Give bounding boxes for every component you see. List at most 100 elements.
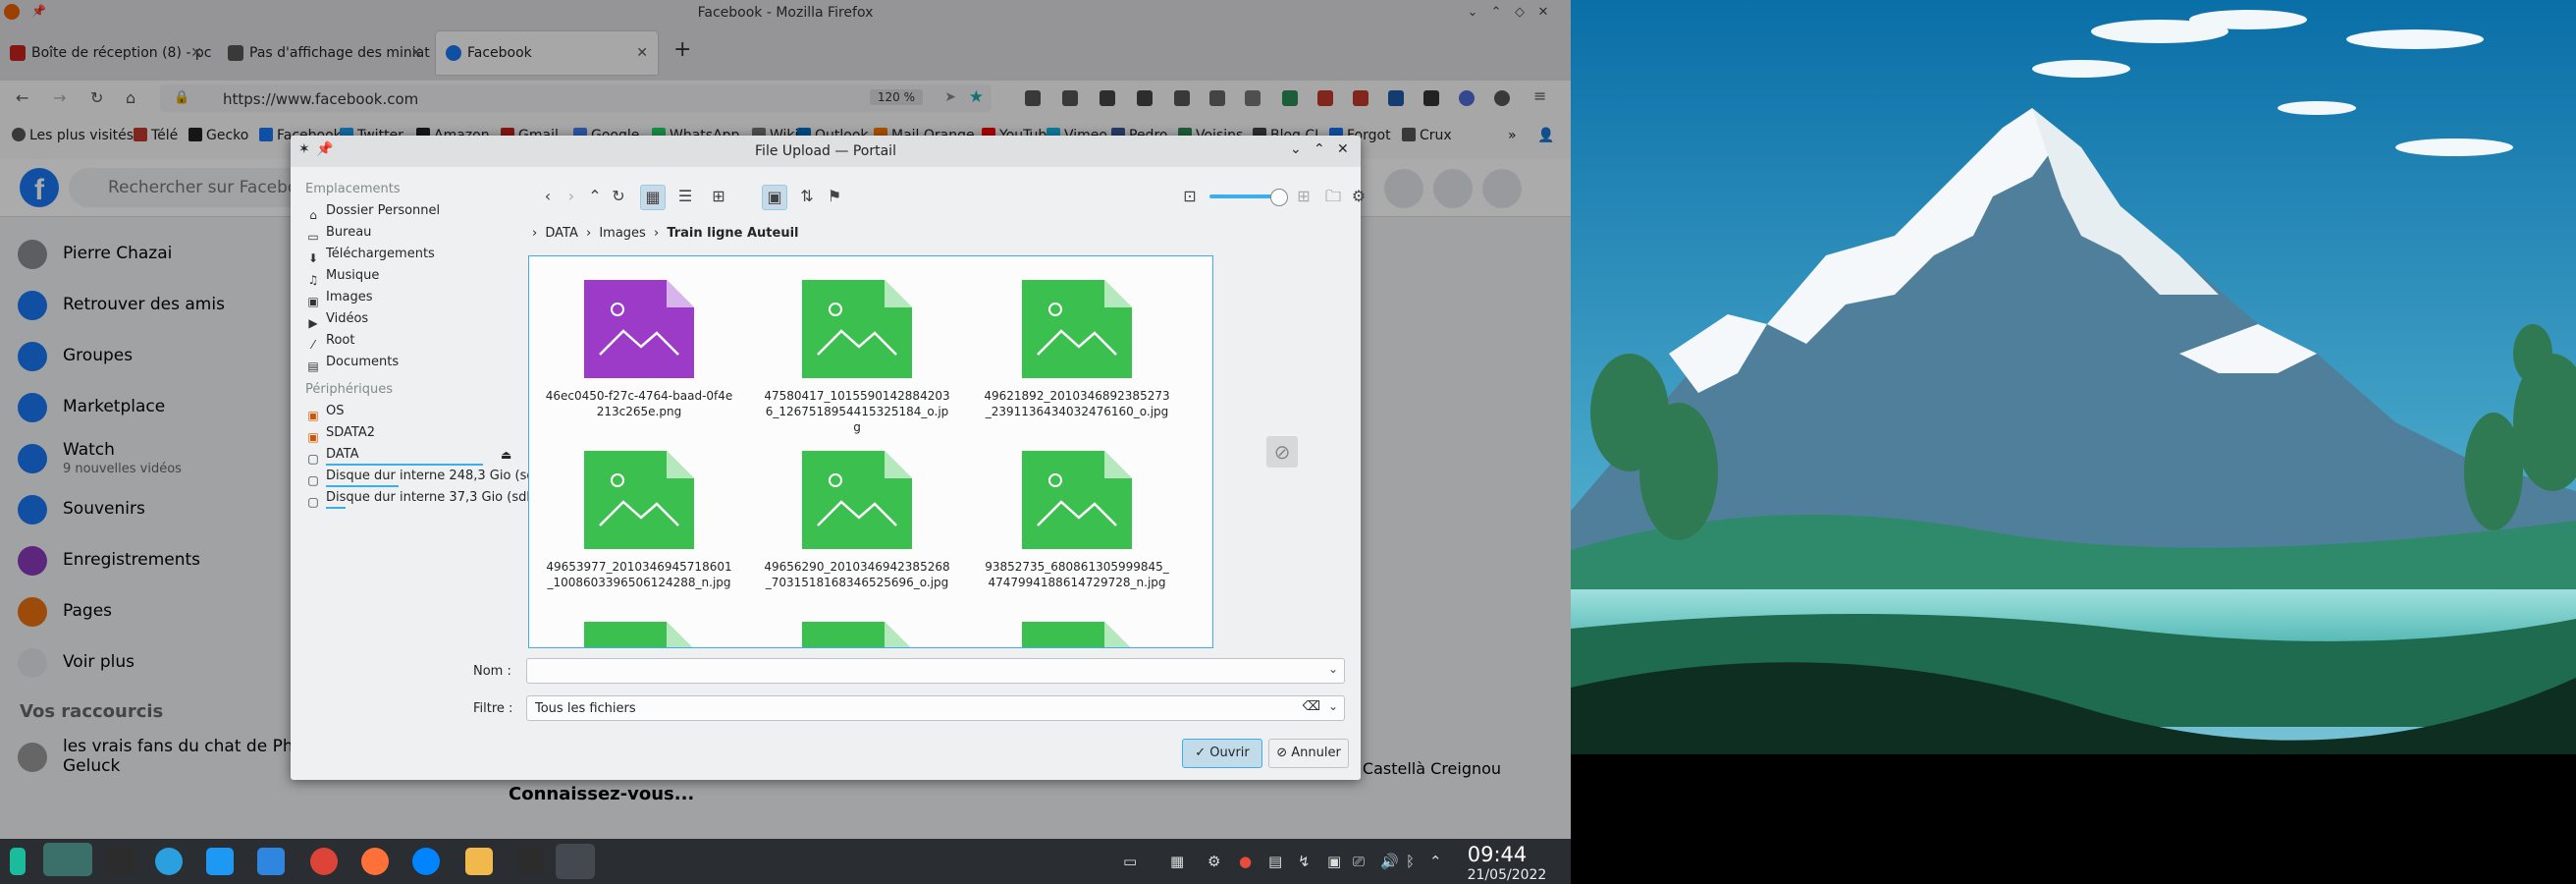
bookmark-icon[interactable]: ⚑ [823, 185, 846, 208]
app-icon[interactable] [106, 848, 134, 875]
file-manager-icon[interactable] [206, 848, 234, 875]
place-pictures[interactable]: ▣ Images [291, 287, 522, 308]
maximize-icon[interactable]: ⌃ [1314, 141, 1325, 157]
file-name: 46ec0450-f27c-4764-baad-0f4e213c265e.png [545, 389, 733, 418]
filter-input[interactable] [533, 700, 1283, 717]
calendar-icon[interactable]: ▦ [1170, 853, 1184, 870]
device-disk-37[interactable]: ▢ Disque dur interne 37,3 Gio (sdb6) [291, 487, 548, 509]
options-icon[interactable]: ⚙ [1347, 185, 1370, 208]
clipboard-icon[interactable]: ▤ [1268, 853, 1282, 870]
place-root[interactable]: ⁄ Root [291, 330, 522, 352]
breadcrumb-item[interactable]: Images [599, 226, 646, 241]
drive-icon: ▢ [307, 495, 319, 509]
app-launcher-icon[interactable] [10, 848, 26, 875]
file-item[interactable] [541, 606, 737, 647]
taskbar: ▭ ▦ ⚙ ● ▤ ↯ ▣ ⎚ 🔊 ᛒ ⌃ 09:44 21/05/2022 [0, 839, 1571, 884]
filename-input[interactable] [533, 663, 1283, 680]
downloader-icon[interactable] [465, 848, 493, 875]
image-file-icon [802, 622, 912, 647]
name-combobox[interactable]: ⌄ [526, 658, 1345, 684]
zoom-in-icon[interactable]: ⊞ [1292, 185, 1315, 208]
document-icon: ▤ [307, 359, 319, 373]
image-file-icon [802, 280, 912, 378]
window-icon[interactable]: ▭ [1123, 853, 1137, 870]
firefox-screen: 📌 Facebook - Mozilla Firefox ⌄ ⌃ ◇ ✕ Boî… [0, 0, 1571, 884]
zoom-slider-handle[interactable] [1270, 189, 1288, 206]
sort-icon[interactable]: ⇅ [795, 185, 819, 208]
file-item[interactable] [759, 606, 955, 647]
chevron-down-icon[interactable]: ⌄ [1328, 662, 1338, 676]
device-os[interactable]: ▣ OS [291, 401, 522, 422]
close-dialog-icon[interactable]: ✕ [1337, 141, 1349, 157]
pager-icon[interactable] [43, 843, 92, 876]
telegram-icon[interactable] [155, 848, 183, 875]
open-button[interactable]: ✓ Ouvrir [1182, 739, 1262, 768]
file-item[interactable]: 49621892_2010346892385273_23911364340324… [979, 264, 1175, 419]
tray-expand-icon[interactable]: ⌃ [1429, 853, 1442, 870]
app-icon[interactable] [516, 848, 544, 875]
terminal-icon[interactable] [556, 844, 595, 879]
messenger-icon[interactable] [412, 848, 440, 875]
preview-icon[interactable]: ▣ [762, 185, 787, 210]
filter-combobox[interactable]: ⌫ ⌄ [526, 695, 1345, 721]
file-name: 49621892_2010346892385273_23911364340324… [984, 389, 1170, 418]
place-music[interactable]: ♫ Musique [291, 265, 522, 287]
reload-icon[interactable]: ↻ [607, 185, 630, 208]
image-file-icon [1022, 622, 1132, 647]
tree-view-icon[interactable]: ⊞ [707, 185, 730, 208]
file-item[interactable] [979, 606, 1175, 647]
network-icon[interactable]: ⎚ [1353, 853, 1365, 870]
back-icon[interactable]: ‹ [536, 185, 560, 208]
file-upload-dialog: ✶ 📌 File Upload — Portail ⌄ ⌃ ✕ Emplacem… [291, 136, 1366, 780]
breadcrumb-sep-icon: › [653, 226, 660, 241]
place-downloads[interactable]: ⬇ Téléchargements [291, 244, 522, 265]
volume-icon[interactable]: 🔊 [1380, 853, 1399, 870]
new-folder-icon[interactable]: 🗀 [1321, 185, 1345, 208]
no-preview-icon: ⊘ [1266, 436, 1298, 468]
minimize-icon[interactable]: ⌄ [1290, 141, 1302, 157]
name-label: Nom : [473, 664, 511, 679]
chrome-icon[interactable] [310, 848, 338, 875]
file-item[interactable]: 46ec0450-f27c-4764-baad-0f4e213c265e.png [541, 264, 737, 419]
image-file-icon [584, 280, 694, 378]
bluetooth-icon[interactable]: ᛒ [1406, 853, 1415, 870]
tray-app-icon[interactable]: ⚙ [1208, 853, 1220, 870]
dialog-titlebar: ✶ 📌 File Upload — Portail ⌄ ⌃ ✕ [291, 136, 1361, 167]
up-icon[interactable]: ⌃ [583, 185, 607, 208]
places-panel: Emplacements ⌂ Dossier Personnel ▭ Bureau … [291, 179, 548, 509]
place-desktop[interactable]: ▭ Bureau [291, 222, 522, 244]
place-videos[interactable]: ▶ Vidéos [291, 308, 522, 330]
tray-app-icon[interactable]: ↯ [1298, 853, 1311, 870]
place-home[interactable]: ⌂ Dossier Personnel [291, 200, 522, 222]
place-documents[interactable]: ▤ Documents [291, 352, 522, 373]
file-item[interactable]: 93852735_680861305999845_474799418861472… [979, 435, 1175, 590]
image-file-icon [584, 622, 694, 647]
cancel-button[interactable]: ⊘ Annuler [1268, 739, 1349, 768]
file-item[interactable]: 47580417_10155901428842036_1267518954415… [759, 264, 955, 435]
breadcrumb-current[interactable]: Train ligne Auteuil [667, 226, 798, 241]
device-data[interactable]: ▢ DATA ⏏ [291, 444, 522, 466]
tray-app-icon[interactable]: ● [1239, 853, 1252, 870]
device-disk-248[interactable]: ▢ Disque dur interne 248,3 Gio (sd... [291, 466, 547, 487]
zoom-out-icon[interactable]: ⊡ [1178, 185, 1202, 208]
filter-label: Filtre : [473, 701, 513, 716]
eject-icon[interactable]: ⏏ [501, 444, 511, 466]
chevron-down-icon[interactable]: ⌄ [1328, 699, 1338, 713]
icon-view-icon[interactable]: ▦ [640, 185, 666, 210]
detail-view-icon[interactable]: ☰ [673, 185, 697, 208]
breadcrumb-item[interactable]: DATA [545, 226, 578, 241]
firefox-icon[interactable] [361, 848, 389, 875]
file-view[interactable]: 46ec0450-f27c-4764-baad-0f4e213c265e.png… [528, 255, 1213, 648]
device-icon[interactable]: ▣ [1327, 853, 1341, 870]
dialog-toolbar: ‹ › ⌃ ↻ ▦ ☰ ⊞ ▣ ⇅ ⚑ ⊡ ⊞ 🗀 ⚙ [536, 181, 1366, 212]
device-sdata2[interactable]: ▣ SDATA2 [291, 422, 522, 444]
clock-time[interactable]: 09:44 [1453, 843, 1541, 866]
clear-icon[interactable]: ⌫ [1303, 699, 1320, 714]
file-item[interactable]: 49653977_2010346945718601_10086033965061… [541, 435, 737, 590]
mountain-landscape-image [1571, 0, 2576, 884]
forward-icon[interactable]: › [560, 185, 583, 208]
file-item[interactable]: 49656290_2010346942385268_70315181683465… [759, 435, 955, 590]
image-file-icon [1022, 280, 1132, 378]
thunderbird-icon[interactable] [257, 848, 285, 875]
breadcrumb-sep-icon: › [532, 226, 538, 241]
